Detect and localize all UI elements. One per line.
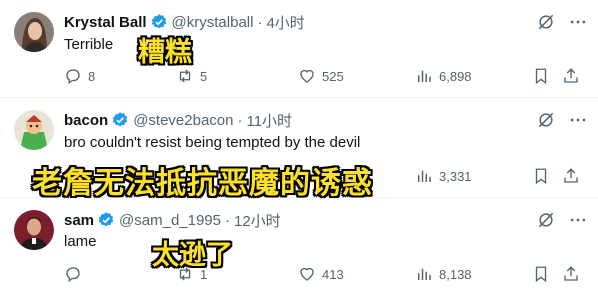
reply-icon <box>66 69 80 85</box>
bookmark-icon[interactable] <box>532 265 550 283</box>
action-bar: 8 5 525 6,898 <box>64 66 586 86</box>
tweet-text: lame <box>64 233 97 250</box>
like-count: 525 <box>322 68 344 84</box>
separator-dot: · <box>257 13 263 31</box>
like-button[interactable]: 525 <box>298 66 344 86</box>
verified-badge-icon <box>151 14 166 29</box>
mute-icon[interactable] <box>536 210 556 230</box>
tweet-sam[interactable]: sam @sam_d_1995 · 12小时 lame 1 413 8,138 <box>0 198 598 293</box>
mute-icon[interactable] <box>536 110 556 130</box>
share-icon[interactable] <box>562 167 580 185</box>
reply-count: 8 <box>88 68 96 84</box>
timestamp[interactable]: 12小时 <box>234 210 281 231</box>
verified-badge-icon <box>112 112 128 127</box>
timestamp[interactable]: 11小时 <box>246 110 292 131</box>
separator-dot: · <box>237 111 243 129</box>
retweet-count: 5 <box>200 68 208 84</box>
bookmark-icon[interactable] <box>532 67 550 85</box>
views-icon <box>418 170 431 182</box>
share-icon[interactable] <box>562 67 580 85</box>
share-icon[interactable] <box>562 265 580 283</box>
author-handle[interactable]: @krystalball <box>172 14 254 31</box>
like-button[interactable]: 413 <box>298 264 344 284</box>
like-count: 413 <box>322 266 344 282</box>
more-icon[interactable] <box>568 12 588 32</box>
more-icon[interactable] <box>568 210 588 230</box>
view-count: 3,331 <box>439 168 472 184</box>
reply-button[interactable] <box>64 264 88 284</box>
reply-icon <box>66 267 80 283</box>
views-button[interactable]: 8,138 <box>415 264 472 284</box>
caption-overlay: 太逊了 <box>151 239 234 272</box>
mute-icon[interactable] <box>536 12 556 32</box>
verified-badge-icon <box>98 212 114 227</box>
tweet-krystal-ball[interactable]: Krystal Ball @krystalball · 4小时 Terrible… <box>0 0 598 98</box>
like-icon <box>300 267 314 281</box>
retweet-button[interactable]: 5 <box>176 66 207 86</box>
views-button[interactable]: 6,898 <box>415 66 472 86</box>
caption-overlay: 糟糕 <box>137 36 193 69</box>
avatar[interactable] <box>14 12 54 52</box>
author-name[interactable]: Krystal Ball <box>64 14 147 31</box>
author-handle[interactable]: @sam_d_1995 <box>119 212 221 229</box>
caption-overlay: 老詹无法抵抗恶魔的诱惑 <box>31 165 373 202</box>
action-bar: 1 413 8,138 <box>64 264 586 284</box>
timestamp[interactable]: 4小时 <box>266 12 304 33</box>
author-handle[interactable]: @steve2bacon <box>133 112 233 129</box>
reply-button[interactable]: 8 <box>64 66 95 86</box>
author-name[interactable]: bacon <box>64 112 108 129</box>
views-icon <box>418 70 431 82</box>
view-count: 8,138 <box>439 266 472 282</box>
avatar[interactable] <box>14 110 54 150</box>
views-icon <box>418 268 431 280</box>
avatar[interactable] <box>14 210 54 250</box>
view-count: 6,898 <box>439 68 472 84</box>
author-name[interactable]: sam <box>64 212 94 229</box>
retweet-icon <box>179 69 191 83</box>
views-button[interactable]: 3,331 <box>415 166 472 186</box>
more-icon[interactable] <box>568 110 588 130</box>
tweet-text: bro couldn't resist being tempted by the… <box>64 134 361 151</box>
like-icon <box>300 69 314 83</box>
tweet-text: Terrible <box>64 36 114 53</box>
bookmark-icon[interactable] <box>532 167 550 185</box>
separator-dot: · <box>225 211 230 229</box>
